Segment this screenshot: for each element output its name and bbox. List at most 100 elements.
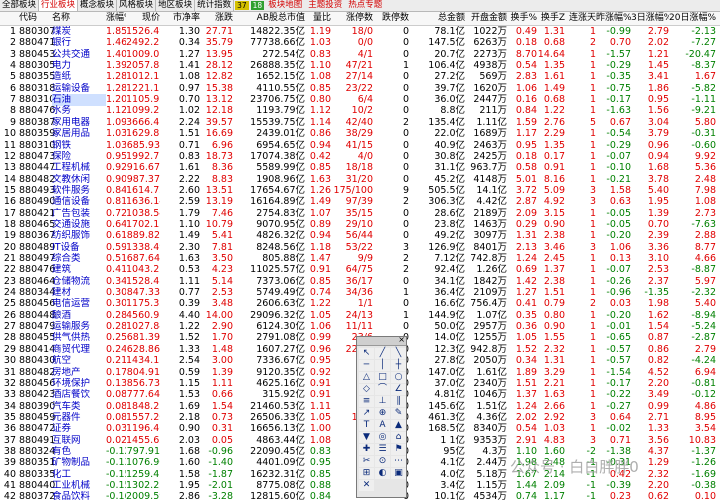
column-header-cap[interactable]: AB股总市值 — [233, 12, 305, 25]
draw-tool-icon[interactable]: ≡ — [359, 396, 374, 407]
cell-up: 18/18 — [345, 162, 373, 174]
column-header-dn[interactable]: 跌停数 — [373, 12, 409, 25]
draw-tool-icon[interactable]: ☰ — [375, 444, 390, 455]
draw-tool-icon[interactable]: ⌂ — [391, 432, 406, 443]
cell-open: 4534万 — [473, 491, 507, 503]
table-row[interactable]: 23880464仓储物流0.341528.481.115.147373.06亿0… — [0, 276, 720, 288]
draw-tool-icon[interactable]: ◇ — [359, 384, 374, 395]
table-row[interactable]: 9880387家用电器1.093666.412.2439.5715539.75亿… — [0, 117, 720, 129]
draw-tool-icon[interactable]: ─ — [359, 360, 374, 371]
draw-tool-icon[interactable]: ↖ — [359, 348, 374, 359]
draw-tool-icon[interactable]: ✎ — [391, 408, 406, 419]
cell-chg: -0.15 — [106, 480, 126, 491]
draw-tool-icon[interactable]: ∥ — [391, 396, 406, 407]
table-row[interactable]: 10880359家居用品1.031629.811.5116.692439.01亿… — [0, 128, 720, 140]
draw-tool-icon[interactable]: ◎ — [375, 432, 390, 443]
draw-tool-icon[interactable]: ⌒ — [375, 384, 390, 395]
tab-link-2[interactable]: 热点专题 — [345, 0, 385, 11]
tab-link-1[interactable]: 主题投资 — [305, 0, 345, 11]
tab-0[interactable]: 全部板块 — [0, 0, 40, 11]
column-header-amt[interactable]: 总金额 — [409, 12, 465, 25]
cell-d3: 3.04 — [647, 116, 669, 128]
draw-tool-icon[interactable]: □ — [375, 372, 390, 383]
table-row[interactable]: 18880465交通设施0.641702.151.1010.799070.95亿… — [0, 219, 720, 231]
draw-tool-icon[interactable]: A — [375, 420, 390, 431]
draw-tool-icon[interactable]: ⚑ — [391, 444, 406, 455]
table-row[interactable]: 27880479运输服务0.281027.841.222.906124.30亿1… — [0, 321, 720, 333]
table-row[interactable]: 14 880482 文教休闲 0.90 987.37 2.22 8.83 1908.96亿 1.… — [0, 174, 720, 186]
table-row[interactable]: 21 880497 综合类 0.51 687.64 1.63 3.50 805.88亿 1.47… — [0, 253, 720, 265]
table-row[interactable]: 15880493软件服务0.841614.722.6013.5117654.67… — [0, 185, 720, 197]
draw-tool-icon[interactable]: ╲ — [391, 348, 406, 359]
tab-1[interactable]: 行业板块 — [39, 0, 79, 11]
table-row[interactable]: 17880421广告包装0.721038.541.797.462754.83亿1… — [0, 208, 720, 220]
drawing-toolbox[interactable]: × ↖ ╱ ╲ ─ │ ┼ △ □ ○ ◇ ⌒ ∠ ≡ ⊥ ∥ ↗ ⊕ ✎ T A ▲ ▼ ◎ ⌂ ✚ ☰ ⚑ ✂ ⊙ ⋯ ⊞ ◐ ▣ ✕ — [356, 335, 407, 498]
table-row[interactable]: 3880453公共交通1.401009.011.2713.95272.54亿0.… — [0, 49, 720, 61]
draw-tool-icon[interactable]: ⊙ — [375, 456, 390, 467]
draw-tool-icon[interactable]: ↗ — [359, 408, 374, 419]
table-row[interactable]: 24 880344 建材 0.30 847.33 0.77 2.53 5749.49亿 0.74… — [0, 287, 720, 299]
column-header-n[interactable] — [0, 12, 16, 25]
table-row[interactable]: 5880355造纸1.281012.171.0812.821652.15亿1.0… — [0, 71, 720, 83]
draw-tool-icon[interactable]: ✚ — [359, 444, 374, 455]
column-header-vr[interactable]: 量比 — [305, 12, 331, 25]
draw-tool-icon[interactable]: ✂ — [359, 456, 374, 467]
tab-4[interactable]: 地区板块 — [156, 0, 196, 11]
column-header-up[interactable]: 涨停数 — [331, 12, 373, 25]
draw-tool-icon[interactable]: ▣ — [391, 468, 406, 479]
column-header-prev[interactable]: 昨涨幅% — [596, 12, 631, 25]
draw-tool-icon[interactable]: ╱ — [375, 348, 390, 359]
table-row[interactable]: 2880471银行1.462492.210.3435.7977738.66亿1.… — [0, 37, 720, 49]
column-header-chg[interactable]: 涨幅% — [106, 12, 126, 25]
column-header-to[interactable]: 换手% — [507, 12, 537, 25]
draw-tool-icon[interactable]: △ — [359, 372, 374, 383]
cell-dn: 2 — [402, 196, 409, 208]
draw-tool-icon[interactable]: T — [359, 420, 374, 431]
draw-tool-icon[interactable]: ◐ — [375, 468, 390, 479]
table-row[interactable]: 25880456电信运营0.301175.320.393.482606.63亿1… — [0, 298, 720, 310]
toolbox-titlebar[interactable]: × — [357, 335, 406, 346]
table-row[interactable]: 13 880447 工程机械 0.92 916.67 1.61 8.36 5589.99亿 0.… — [0, 162, 720, 174]
column-header-days[interactable]: 连涨天 — [565, 12, 596, 25]
close-icon[interactable]: × — [398, 335, 405, 345]
cell-cap: 9070.95亿 — [256, 218, 305, 230]
tab-2[interactable]: 概念板块 — [78, 0, 118, 11]
table-row[interactable]: 1880307煤炭1.851526.491.3027.7114822.35亿1.… — [0, 26, 720, 38]
draw-tool-icon[interactable]: ⊞ — [359, 468, 374, 479]
draw-tool-icon[interactable]: ⋯ — [391, 456, 406, 467]
column-header-toz[interactable]: 换手Z — [537, 12, 565, 25]
tab-3[interactable]: 风格板块 — [117, 0, 157, 11]
table-row[interactable]: 20880489IT设备0.591338.492.307.818248.56亿1… — [0, 242, 720, 254]
tab-link-0[interactable]: 板块地图 — [265, 0, 305, 11]
table-row[interactable]: 7880310石油1.201105.920.7013.1223706.75亿0.… — [0, 94, 720, 107]
column-header-name[interactable]: 名称 — [52, 12, 106, 25]
draw-tool-icon[interactable]: │ — [375, 360, 390, 371]
column-header-d3[interactable]: 3日涨幅% — [631, 12, 669, 25]
tab-5[interactable]: 统计指数 — [195, 0, 235, 11]
column-header-d20[interactable]: 20日涨幅% — [669, 12, 716, 25]
cell-toz: 1.03 — [543, 423, 565, 435]
column-header-pb[interactable]: 市净率 — [160, 12, 200, 25]
draw-tool-icon[interactable]: ▲ — [391, 420, 406, 431]
draw-tool-icon[interactable]: ┼ — [391, 360, 406, 371]
table-row[interactable]: 19 880367 纺织服饰 0.61 889.82 1.49 5.41 4826.32亿 0.… — [0, 230, 720, 242]
draw-tool-icon[interactable]: ⊥ — [375, 396, 390, 407]
column-header-price[interactable]: 现价 — [126, 12, 160, 25]
column-header-delta[interactable]: 涨跌 — [200, 12, 233, 25]
draw-tool-icon[interactable]: ⊕ — [375, 408, 390, 419]
table-row[interactable]: 16880490通信设备0.811636.142.5913.1916164.89… — [0, 196, 720, 208]
draw-tool-icon[interactable]: ✕ — [359, 480, 374, 491]
table-row[interactable]: 4880305电力1.392057.881.4128.1226888.35亿1.… — [0, 60, 720, 72]
draw-tool-icon[interactable]: ▼ — [359, 432, 374, 443]
table-row[interactable]: 12880473保险0.951992.770.8318.7317074.38亿0… — [0, 151, 720, 163]
cell-cap: 8248.56亿 — [256, 241, 305, 253]
table-row[interactable]: 11 880310 钢铁 1.03 685.93 0.71 6.96 6954.65亿 0.94… — [0, 140, 720, 152]
table-row[interactable]: 26880448酿酒0.284560.984.4014.0029096.32亿1… — [0, 310, 720, 322]
draw-tool-icon[interactable]: ○ — [391, 372, 406, 383]
draw-tool-icon[interactable]: ∠ — [391, 384, 406, 395]
table-row[interactable]: 22880476建筑0.411043.270.534.2311025.57亿0.… — [0, 264, 720, 276]
table-row[interactable]: 8880476水务1.121099.271.0212.181193.79亿1.1… — [0, 105, 720, 117]
column-header-open[interactable]: 开盘金额 — [465, 12, 507, 25]
table-row[interactable]: 6880318运输设备1.281221.170.9715.384110.55亿0… — [0, 83, 720, 95]
cell-open: 8340万 — [473, 423, 507, 435]
